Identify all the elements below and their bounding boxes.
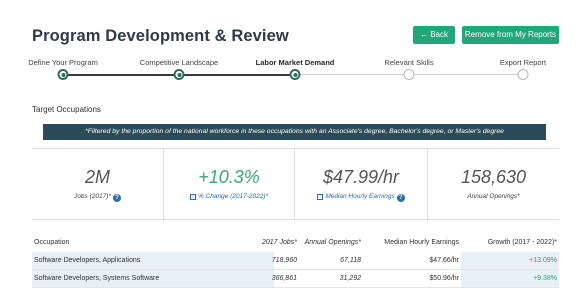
step-dot-labor-market-demand[interactable] <box>289 69 301 80</box>
stat-change-value: +10.3% <box>198 167 260 187</box>
header: Program Development & Review ← Back Remo… <box>0 0 588 50</box>
cell-jobs: 366,861 <box>271 275 297 282</box>
cell-occupation[interactable]: Software Developers, Applications <box>34 257 140 264</box>
stat-change-label[interactable]: % Change (2017-2022)* <box>198 193 268 200</box>
cell-earnings: $50.96/hr <box>429 275 459 282</box>
cell-occupation[interactable]: Software Developers, Systems Software <box>34 275 159 282</box>
col-jobs[interactable]: 2017 Jobs* <box>262 239 297 246</box>
col-earnings[interactable]: Median Hourly Earnings <box>384 239 459 246</box>
stat-jobs: 2M Jobs (2017)*? <box>32 149 163 221</box>
step-dot-competitive-landscape[interactable] <box>173 69 185 80</box>
table-row[interactable]: Software Developers, Systems Software 36… <box>32 270 559 288</box>
step-label-relevant-skills[interactable]: Relevant Skills <box>384 58 433 67</box>
help-icon[interactable]: ? <box>396 194 405 202</box>
help-icon[interactable]: ? <box>112 194 121 202</box>
stat-change-label-wrap[interactable]: ▫% Change (2017-2022)* <box>164 193 294 200</box>
table-row[interactable]: Software Developers, Applications 718,96… <box>32 252 559 270</box>
stat-openings: 158,630 Annual Openings* <box>427 149 559 221</box>
stat-earnings-value: $47.99/hr <box>322 167 400 187</box>
progress-stepper: Define Your Program Competitive Landscap… <box>0 54 588 84</box>
stat-jobs-label: Jobs (2017)* <box>74 193 111 200</box>
step-label-export-report[interactable]: Export Report <box>500 58 546 67</box>
chart-icon: ▫ <box>317 194 324 200</box>
stat-earnings-label[interactable]: Median Hourly Earnings <box>325 193 394 200</box>
stat-earnings-label-wrap[interactable]: ▫ Median Hourly Earnings? <box>295 193 427 202</box>
filter-banner: *Filtered by the proportion of the natio… <box>43 124 546 140</box>
table-header: Occupation 2017 Jobs* Annual Openings* M… <box>32 234 559 252</box>
remove-from-reports-button[interactable]: Remove from My Reports <box>462 26 559 44</box>
cell-earnings: $47.66/hr <box>429 257 459 264</box>
stat-jobs-label-wrap: Jobs (2017)*? <box>32 193 163 202</box>
stat-openings-label: Annual Openings* <box>467 193 520 200</box>
stat-change: +10.3% ▫% Change (2017-2022)* <box>163 149 294 221</box>
occupations-table: Occupation 2017 Jobs* Annual Openings* M… <box>32 234 559 288</box>
col-occupation[interactable]: Occupation <box>34 239 69 246</box>
col-growth[interactable]: Growth (2017 - 2022)* <box>488 239 557 246</box>
step-dot-export-report[interactable] <box>517 69 529 80</box>
stat-openings-value: 158,630 <box>460 167 527 187</box>
step-label-define-program[interactable]: Define Your Program <box>28 58 98 67</box>
cell-openings: 31,292 <box>339 275 361 282</box>
section-title: Target Occupations <box>32 105 101 114</box>
cell-growth: +13.09% <box>529 257 557 264</box>
step-label-competitive-landscape[interactable]: Competitive Landscape <box>140 58 218 67</box>
back-button[interactable]: ← Back <box>413 26 455 44</box>
step-dot-relevant-skills[interactable] <box>403 69 415 80</box>
step-label-labor-market-demand[interactable]: Labor Market Demand <box>256 58 335 67</box>
stat-jobs-value: 2M <box>84 167 110 187</box>
page-title: Program Development & Review <box>32 27 289 45</box>
col-openings[interactable]: Annual Openings* <box>305 239 361 246</box>
cell-jobs: 718,960 <box>271 257 297 264</box>
cell-openings: 67,118 <box>340 257 361 264</box>
chart-icon: ▫ <box>189 194 196 200</box>
stats-panel: 2M Jobs (2017)*? +10.3% ▫% Change (2017-… <box>32 148 559 221</box>
stat-earnings: $47.99/hr ▫ Median Hourly Earnings? <box>294 149 427 221</box>
step-dot-define-program[interactable] <box>57 69 69 80</box>
cell-growth: +9.38% <box>533 275 557 282</box>
